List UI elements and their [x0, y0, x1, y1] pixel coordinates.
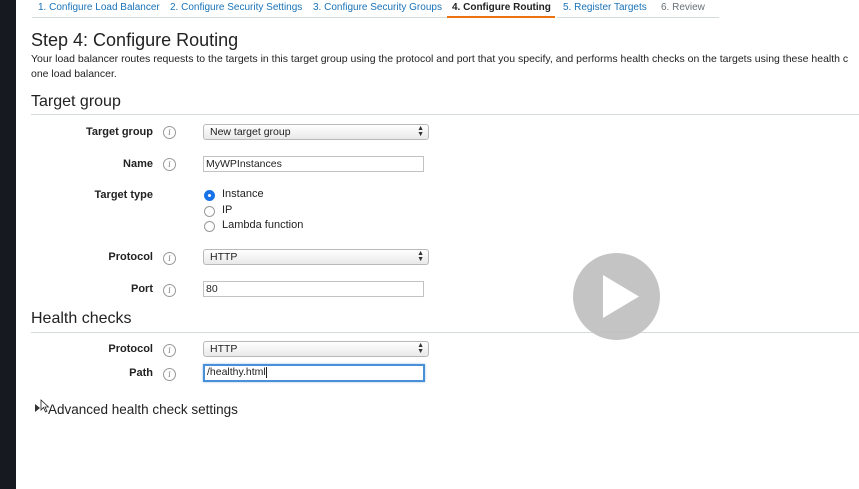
tab-label: 5. Register Targets — [563, 2, 647, 13]
health-protocol-label: Protocol — [108, 343, 153, 355]
tab-label: 1. Configure Load Balancer — [38, 2, 160, 13]
info-icon[interactable]: i — [163, 284, 176, 297]
target-type-label: Target type — [94, 189, 153, 201]
target-group-label: Target group — [85, 126, 153, 138]
path-input[interactable]: /healthy.html — [203, 364, 425, 382]
name-label: Name — [123, 158, 153, 170]
protocol-select[interactable]: HTTP ▲ ▼ — [203, 249, 429, 265]
mouse-cursor-icon — [40, 399, 50, 413]
health-protocol-select[interactable]: HTTP ▲ ▼ — [203, 341, 429, 357]
section-divider — [31, 332, 859, 333]
target-type-option-lambda[interactable]: Lambda function — [222, 219, 303, 231]
protocol-select-value: HTTP — [210, 251, 238, 263]
play-button[interactable] — [573, 253, 660, 340]
select-arrows-icon: ▲ ▼ — [417, 125, 424, 138]
select-arrows-icon: ▲ ▼ — [417, 342, 424, 355]
play-icon — [603, 275, 639, 318]
intro-line-1: Your load balancer routes requests to th… — [31, 53, 849, 65]
intro-line-2: one load balancer. — [31, 68, 117, 80]
select-arrows-icon: ▲ ▼ — [417, 250, 424, 263]
port-input[interactable]: 80 — [203, 281, 424, 297]
path-input-value: /healthy.html — [207, 366, 266, 378]
tab-label: 6. Review — [661, 2, 705, 13]
tab-label: 4. Configure Routing — [452, 2, 551, 13]
info-icon[interactable]: i — [163, 252, 176, 265]
tab-label: 3. Configure Security Groups — [313, 2, 442, 13]
name-input-value: MyWPInstances — [206, 158, 282, 170]
page-title: Step 4: Configure Routing — [31, 30, 239, 50]
name-input[interactable]: MyWPInstances — [203, 156, 424, 172]
intro-text: Your load balancer routes requests to th… — [31, 52, 859, 82]
target-group-select[interactable]: New target group ▲ ▼ — [203, 124, 429, 140]
port-input-value: 80 — [206, 283, 218, 295]
health-protocol-select-value: HTTP — [210, 343, 238, 355]
path-label: Path — [129, 367, 153, 379]
advanced-health-check-toggle[interactable]: Advanced health check settings — [48, 402, 238, 417]
protocol-label: Protocol — [108, 251, 153, 263]
target-type-radio-ip[interactable] — [204, 206, 215, 217]
target-type-option-ip[interactable]: IP — [222, 204, 232, 216]
tab-configure-security-groups[interactable]: 3. Configure Security Groups — [307, 0, 457, 18]
info-icon[interactable]: i — [163, 368, 176, 381]
info-icon[interactable]: i — [163, 344, 176, 357]
section-divider — [31, 114, 859, 115]
left-edge-panel — [0, 0, 16, 489]
tab-register-targets[interactable]: 5. Register Targets — [557, 0, 669, 18]
port-label: Port — [131, 283, 153, 295]
target-group-select-value: New target group — [210, 126, 291, 138]
tab-configure-load-balancer[interactable]: 1. Configure Load Balancer — [32, 0, 175, 18]
tab-label: 2. Configure Security Settings — [170, 2, 303, 13]
target-type-radio-instance[interactable] — [204, 190, 215, 201]
target-type-option-instance[interactable]: Instance — [222, 188, 264, 200]
tab-configure-security-settings[interactable]: 2. Configure Security Settings — [164, 0, 318, 18]
info-icon[interactable]: i — [163, 126, 176, 139]
wizard-tabs: 1. Configure Load Balancer 2. Configure … — [16, 0, 859, 22]
tab-configure-routing[interactable]: 4. Configure Routing — [446, 0, 566, 18]
target-type-radio-lambda[interactable] — [204, 221, 215, 232]
text-caret — [265, 366, 267, 378]
info-icon[interactable]: i — [163, 158, 176, 171]
health-checks-section-title: Health checks — [31, 310, 132, 327]
target-group-section-title: Target group — [31, 93, 121, 110]
tab-review[interactable]: 6. Review — [655, 0, 727, 18]
